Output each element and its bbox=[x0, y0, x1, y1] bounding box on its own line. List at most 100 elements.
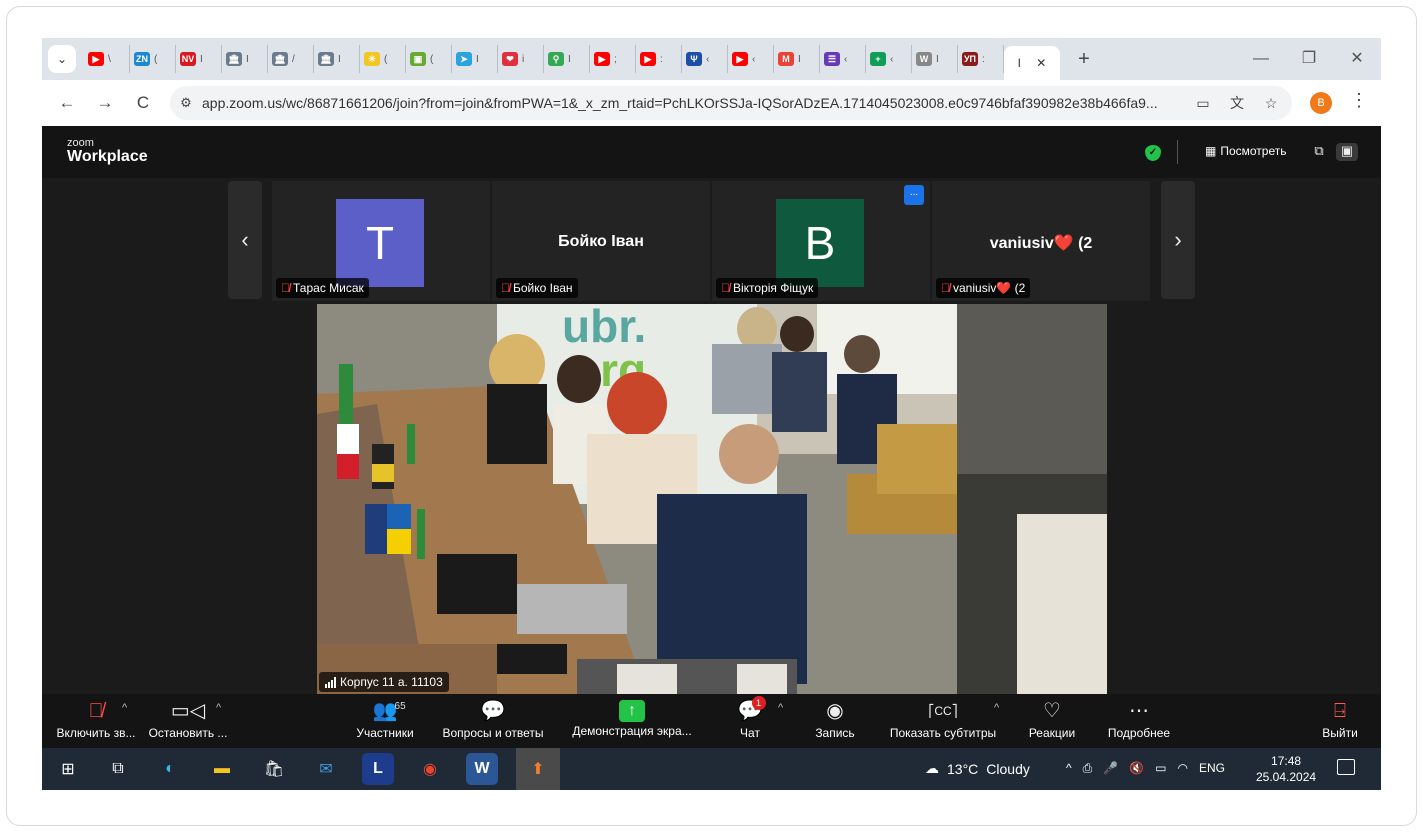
reload-button[interactable]: C bbox=[124, 93, 162, 113]
browser-tab[interactable]: NV I bbox=[176, 45, 222, 73]
close-tab-icon[interactable]: ✕ bbox=[1036, 56, 1046, 70]
new-tab-button[interactable]: + bbox=[1070, 48, 1098, 71]
browser-tab[interactable]: ❤ i bbox=[498, 45, 544, 73]
fullscreen-icon[interactable]: ▣ bbox=[1336, 143, 1358, 161]
microphone-tray-icon[interactable]: 🎤 bbox=[1103, 761, 1118, 776]
tab-title: I bbox=[568, 53, 571, 65]
language-indicator[interactable]: ENG bbox=[1199, 761, 1225, 776]
qa-button[interactable]: 💬 Вопросы и ответы bbox=[438, 698, 548, 744]
forward-button[interactable]: → bbox=[86, 93, 124, 113]
browser-tab[interactable]: ZN ( bbox=[130, 45, 176, 73]
participants-button[interactable]: 👥 65 Участники bbox=[350, 698, 420, 744]
view-button[interactable]: ▦ Посмотреть bbox=[1205, 144, 1287, 158]
audio-options-caret-icon[interactable]: ^ bbox=[122, 702, 127, 714]
tab-title: I bbox=[200, 53, 203, 65]
tab-search-button[interactable]: ⌄ bbox=[48, 45, 76, 73]
browser-tab[interactable]: 🏛 / bbox=[268, 45, 314, 73]
browser-tab[interactable]: ▶; bbox=[590, 45, 636, 73]
grid-icon: ▦ bbox=[1205, 144, 1217, 158]
browser-tab[interactable]: ▣( bbox=[406, 45, 452, 73]
battery-icon[interactable]: ▭ bbox=[1155, 761, 1166, 776]
browser-tab[interactable]: ⚲ I bbox=[544, 45, 590, 73]
picture-in-picture-icon[interactable]: ⧉ bbox=[1308, 143, 1330, 161]
participant-tile[interactable]: Бойко Іван 🎙̸ Бойко Іван bbox=[492, 181, 710, 301]
browser-tab[interactable]: + ‹ bbox=[866, 45, 912, 73]
participant-tile[interactable]: T 🎙̸ Тарас Мисак bbox=[272, 181, 490, 301]
tab-title: : bbox=[982, 53, 985, 65]
participant-name: Вікторія Фіщук bbox=[733, 281, 814, 295]
participant-tile[interactable]: vaniusiv❤️ (2 🎙̸ vaniusiv❤️ (2 bbox=[932, 181, 1150, 301]
browser-tab[interactable]: MI bbox=[774, 45, 820, 73]
captions-button[interactable]: ⎡CC⎤ Показать субтитры bbox=[888, 698, 998, 744]
tray-chevron-icon[interactable]: ^ bbox=[1066, 761, 1072, 776]
video-options-caret-icon[interactable]: ^ bbox=[216, 702, 221, 714]
minimize-button[interactable]: — bbox=[1237, 38, 1285, 80]
view-button-label: Посмотреть bbox=[1220, 144, 1287, 158]
chat-options-caret-icon[interactable]: ^ bbox=[778, 702, 783, 714]
record-button[interactable]: ◉ Запись bbox=[810, 698, 860, 744]
leave-button[interactable]: ⍈ Выйти bbox=[1320, 698, 1360, 744]
windows-start-icon[interactable]: ⊞ bbox=[52, 753, 84, 785]
more-label: Подробнее bbox=[1107, 726, 1171, 740]
edge-browser-icon[interactable]: ◐ bbox=[154, 753, 186, 785]
participant-tile[interactable]: B ... 🎙̸ Вікторія Фіщук bbox=[712, 181, 930, 301]
more-options-badge[interactable]: ... bbox=[904, 185, 924, 205]
share-screen-button[interactable]: ↑ Демонстрация экра... bbox=[568, 698, 696, 744]
heart-reaction-icon: ♡ bbox=[1043, 700, 1061, 722]
address-bar[interactable]: ⚙ app.zoom.us/wc/86871661206/join?from=j… bbox=[170, 86, 1292, 120]
l-app-icon[interactable]: L bbox=[362, 753, 394, 785]
wifi-icon[interactable]: ◠ bbox=[1178, 761, 1188, 776]
translate-icon[interactable]: 文 bbox=[1220, 93, 1254, 113]
more-button[interactable]: ⋯ Подробнее bbox=[1102, 698, 1176, 744]
volume-muted-icon[interactable]: 🔇 bbox=[1129, 761, 1144, 776]
browser-tab[interactable]: WI bbox=[912, 45, 958, 73]
profile-avatar[interactable]: B bbox=[1310, 92, 1332, 114]
browser-tab[interactable]: ▶ \ bbox=[84, 45, 130, 73]
microsoft-store-icon[interactable]: 🛍 bbox=[258, 753, 290, 785]
reactions-label: Реакции bbox=[1028, 726, 1076, 740]
close-window-button[interactable]: ✕ bbox=[1333, 38, 1381, 80]
qa-bubble-icon: 💬 bbox=[480, 700, 506, 722]
back-button[interactable]: ← bbox=[48, 93, 86, 113]
captions-options-caret-icon[interactable]: ^ bbox=[994, 702, 999, 714]
site-info-icon[interactable]: ⚙ bbox=[170, 95, 202, 111]
tab-title: ( bbox=[430, 53, 434, 65]
reactions-button[interactable]: ♡ Реакции bbox=[1022, 698, 1082, 744]
browser-tab[interactable]: УП: bbox=[958, 45, 1004, 73]
browser-tab[interactable]: ➤ I bbox=[452, 45, 498, 73]
notification-center-icon[interactable] bbox=[1337, 759, 1355, 775]
box-icon: ▣ bbox=[410, 52, 426, 66]
browser-menu-icon[interactable]: ⋮ bbox=[1350, 90, 1368, 111]
participants-label: Участники bbox=[356, 726, 414, 740]
browser-tab[interactable]: Ψ ‹ bbox=[682, 45, 728, 73]
chat-button[interactable]: 💬 1 Чат bbox=[732, 696, 768, 744]
file-explorer-icon[interactable]: ▬ bbox=[206, 753, 238, 785]
record-icon: ◉ bbox=[826, 700, 844, 722]
encryption-shield-icon[interactable]: ✓ bbox=[1145, 145, 1161, 161]
browser-tab[interactable]: ☀( bbox=[360, 45, 406, 73]
taskbar-clock[interactable]: 17:48 25.04.2024 bbox=[1256, 753, 1316, 785]
leave-label: Выйти bbox=[1322, 726, 1358, 740]
parliament-icon: 🏛 bbox=[226, 52, 242, 66]
weather-widget[interactable]: ☁ 13°C Cloudy bbox=[925, 760, 1030, 777]
next-page-arrow[interactable]: › bbox=[1161, 181, 1195, 299]
mail-icon[interactable]: ✉ bbox=[310, 753, 342, 785]
task-view-icon[interactable]: ⧉ bbox=[102, 753, 134, 785]
camera-icon[interactable]: ▭ bbox=[1186, 95, 1220, 112]
browser-tab[interactable]: 🏛 I bbox=[222, 45, 268, 73]
prev-page-arrow[interactable]: ‹ bbox=[228, 181, 262, 299]
word-icon[interactable]: W bbox=[466, 753, 498, 785]
restore-button[interactable]: ❐ bbox=[1285, 38, 1333, 80]
active-speaker-video[interactable]: ubr. org. Корпус 11 а. 11103 bbox=[317, 304, 1107, 694]
active-tab[interactable]: I ✕ bbox=[1004, 46, 1060, 80]
bookmark-star-icon[interactable]: ☆ bbox=[1254, 95, 1288, 112]
chrome-icon[interactable]: ◉ bbox=[414, 753, 446, 785]
browser-tab[interactable]: ▶: bbox=[636, 45, 682, 73]
browser-tab[interactable]: ☰ ‹ bbox=[820, 45, 866, 73]
browser-tab[interactable]: 🏛 I bbox=[314, 45, 360, 73]
browser-tab[interactable]: ▶ ‹ bbox=[728, 45, 774, 73]
parliament-icon: 🏛 bbox=[318, 52, 334, 66]
meet-now-icon[interactable]: ⎙ bbox=[1083, 761, 1093, 776]
url-text[interactable]: app.zoom.us/wc/86871661206/join?from=joi… bbox=[202, 95, 1186, 111]
active-app-icon[interactable]: ⬆ bbox=[516, 748, 560, 790]
